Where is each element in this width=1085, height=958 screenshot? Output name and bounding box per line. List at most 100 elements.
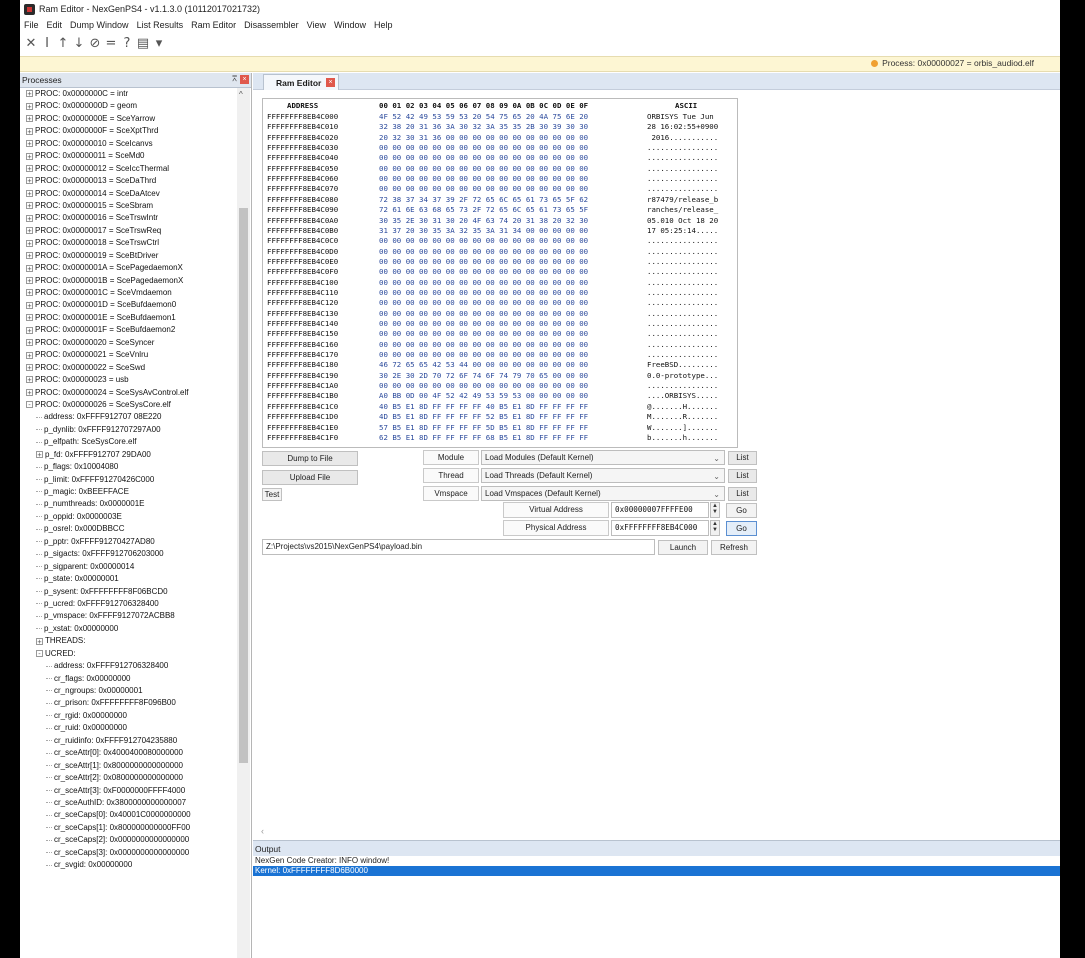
cross-icon[interactable]: ✕: [24, 35, 38, 51]
tree-item[interactable]: cr_sceCaps[1]: 0x800000000000FF00: [20, 822, 236, 834]
list-vmspaces-button[interactable]: List: [728, 487, 757, 501]
hex-row[interactable]: FFFFFFFF8EB4C120 00 00 00 00 00 00 00 00 …: [263, 298, 737, 308]
hex-row[interactable]: FFFFFFFF8EB4C190 30 2E 30 2D 70 72 6F 74 …: [263, 371, 737, 381]
close-icon[interactable]: ×: [240, 75, 249, 84]
hex-row[interactable]: FFFFFFFF8EB4C1C0 40 B5 E1 8D FF FF FF FF …: [263, 402, 737, 412]
hex-row[interactable]: FFFFFFFF8EB4C0F0 00 00 00 00 00 00 00 00 …: [263, 267, 737, 277]
tree-item[interactable]: p_osrel: 0x000DBBCC: [20, 523, 236, 535]
expand-icon[interactable]: +: [26, 351, 33, 359]
virtual-address-input[interactable]: 0x00000007FFFFE00: [611, 502, 709, 518]
list-threads-button[interactable]: List: [728, 469, 757, 483]
tree-item[interactable]: p_flags: 0x10004080: [20, 461, 236, 473]
tree-item[interactable]: + PROC: 0x00000021 = SceVnlru: [20, 349, 236, 361]
tree-item[interactable]: + PROC: 0x0000001F = SceBufdaemon2: [20, 324, 236, 336]
tree-item[interactable]: cr_rgid: 0x00000000: [20, 710, 236, 722]
hex-row[interactable]: FFFFFFFF8EB4C0C0 00 00 00 00 00 00 00 00 …: [263, 236, 737, 246]
tree-item[interactable]: + PROC: 0x00000011 = SceMd0: [20, 150, 236, 162]
hex-row[interactable]: FFFFFFFF8EB4C080 72 38 37 34 37 39 2F 72 …: [263, 195, 737, 205]
tree-item[interactable]: address: 0xFFFF912707 08E220: [20, 411, 236, 423]
tree-item[interactable]: - PROC: 0x00000026 = SceSysCore.elf: [20, 399, 236, 411]
hex-row[interactable]: FFFFFFFF8EB4C050 00 00 00 00 00 00 00 00 …: [263, 164, 737, 174]
no-entry-icon[interactable]: ⊘: [88, 35, 102, 51]
tree-item[interactable]: + p_fd: 0xFFFF912707 29DA00: [20, 449, 236, 461]
tree-item[interactable]: cr_flags: 0x00000000: [20, 673, 236, 685]
process-tree-scrollbar[interactable]: ^: [237, 88, 250, 958]
scrollbar-thumb[interactable]: [239, 208, 248, 763]
hex-row[interactable]: FFFFFFFF8EB4C110 00 00 00 00 00 00 00 00 …: [263, 288, 737, 298]
menu-list-results[interactable]: List Results: [133, 20, 188, 30]
tree-item[interactable]: + PROC: 0x00000022 = SceSwd: [20, 362, 236, 374]
hex-row[interactable]: FFFFFFFF8EB4C170 00 00 00 00 00 00 00 00 …: [263, 350, 737, 360]
tree-item[interactable]: p_numthreads: 0x0000001E: [20, 498, 236, 510]
tree-item[interactable]: cr_sceAuthID: 0x3800000000000007: [20, 797, 236, 809]
tree-item[interactable]: cr_prison: 0xFFFFFFFF8F096B00: [20, 697, 236, 709]
tree-item[interactable]: + PROC: 0x0000000E = SceYarrow: [20, 113, 236, 125]
tree-item[interactable]: + PROC: 0x0000000F = SceXptThrd: [20, 125, 236, 137]
tree-item[interactable]: + PROC: 0x00000018 = SceTrswCtrl: [20, 237, 236, 249]
menu-ram-editor[interactable]: Ram Editor: [187, 20, 240, 30]
menu-help[interactable]: Help: [370, 20, 397, 30]
tree-item[interactable]: cr_ruidinfo: 0xFFFF912704235880: [20, 735, 236, 747]
cursor-icon[interactable]: I: [40, 35, 54, 51]
expand-icon[interactable]: +: [26, 90, 33, 98]
expand-icon[interactable]: +: [26, 152, 33, 160]
tree-item[interactable]: - UCRED:: [20, 648, 236, 660]
expand-icon[interactable]: +: [26, 227, 33, 235]
tree-item[interactable]: + PROC: 0x00000020 = SceSyncer: [20, 337, 236, 349]
hex-row[interactable]: FFFFFFFF8EB4C070 00 00 00 00 00 00 00 00 …: [263, 184, 737, 194]
expand-icon[interactable]: +: [26, 252, 33, 260]
launch-button[interactable]: Launch: [658, 540, 708, 555]
module-select[interactable]: Load Modules (Default Kernel) ⌄: [481, 450, 725, 465]
tree-item[interactable]: + PROC: 0x00000015 = SceSbram: [20, 200, 236, 212]
hex-view[interactable]: ADDRESS 00 01 02 03 04 05 06 07 08 09 0A…: [262, 98, 738, 448]
hex-row[interactable]: FFFFFFFF8EB4C1F0 62 B5 E1 8D FF FF FF FF …: [263, 433, 737, 443]
hex-row[interactable]: FFFFFFFF8EB4C0D0 00 00 00 00 00 00 00 00 …: [263, 247, 737, 257]
tree-item[interactable]: p_xstat: 0x00000000: [20, 623, 236, 635]
tree-item[interactable]: + THREADS:: [20, 635, 236, 647]
hex-row[interactable]: FFFFFFFF8EB4C0A0 30 35 2E 30 31 30 20 4F …: [263, 216, 737, 226]
hex-row[interactable]: FFFFFFFF8EB4C0E0 00 00 00 00 00 00 00 00 …: [263, 257, 737, 267]
expand-icon[interactable]: +: [36, 637, 43, 645]
expand-icon[interactable]: +: [26, 364, 33, 372]
tree-item[interactable]: p_limit: 0xFFFF91270426C000: [20, 474, 236, 486]
tree-item[interactable]: + PROC: 0x0000001B = ScePagedaemonX: [20, 275, 236, 287]
tree-item[interactable]: p_sigacts: 0xFFFF912706203000: [20, 548, 236, 560]
expand-icon[interactable]: +: [26, 177, 33, 185]
hex-row[interactable]: FFFFFFFF8EB4C090 72 61 6E 63 68 65 73 2F …: [263, 205, 737, 215]
payload-path-input[interactable]: Z:\Projects\vs2015\NexGenPS4\payload.bin: [262, 539, 655, 555]
expand-icon[interactable]: +: [26, 202, 33, 210]
go-virtual-button[interactable]: Go: [726, 503, 757, 518]
equals-icon[interactable]: =: [104, 35, 118, 51]
menu-dump-window[interactable]: Dump Window: [66, 20, 133, 30]
tree-item[interactable]: + PROC: 0x00000010 = SceIcanvs: [20, 138, 236, 150]
go-physical-button[interactable]: Go: [726, 521, 757, 536]
expand-icon[interactable]: +: [26, 214, 33, 222]
tree-item[interactable]: p_sigparent: 0x00000014: [20, 561, 236, 573]
tree-item[interactable]: p_oppid: 0x0000003E: [20, 511, 236, 523]
tree-item[interactable]: + PROC: 0x00000019 = SceBtDriver: [20, 250, 236, 262]
virtual-address-stepper[interactable]: ▲ ▼: [710, 502, 720, 518]
tree-item[interactable]: + PROC: 0x0000001A = ScePagedaemonX: [20, 262, 236, 274]
hex-row[interactable]: FFFFFFFF8EB4C0B0 31 37 20 30 35 3A 32 35 …: [263, 226, 737, 236]
tree-item[interactable]: cr_sceCaps[0]: 0x40001C0000000000: [20, 809, 236, 821]
hex-row[interactable]: FFFFFFFF8EB4C000 4F 52 42 49 53 59 53 20 …: [263, 112, 737, 122]
hex-row[interactable]: FFFFFFFF8EB4C1E0 57 B5 E1 8D FF FF FF FF …: [263, 423, 737, 433]
hex-row[interactable]: FFFFFFFF8EB4C020 20 32 30 31 36 00 00 00 …: [263, 133, 737, 143]
dump-to-file-button[interactable]: Dump to File: [262, 451, 358, 466]
tree-item[interactable]: + PROC: 0x0000001E = SceBufdaemon1: [20, 312, 236, 324]
expand-icon[interactable]: +: [26, 239, 33, 247]
tree-item[interactable]: p_dynlib: 0xFFFF912707297A00: [20, 424, 236, 436]
tree-item[interactable]: p_magic: 0xBEEFFACE: [20, 486, 236, 498]
hex-row[interactable]: FFFFFFFF8EB4C1D0 4D B5 E1 8D FF FF FF FF …: [263, 412, 737, 422]
menu-edit[interactable]: Edit: [43, 20, 67, 30]
tree-item[interactable]: + PROC: 0x00000017 = SceTrswReq: [20, 225, 236, 237]
hex-row[interactable]: FFFFFFFF8EB4C150 00 00 00 00 00 00 00 00 …: [263, 329, 737, 339]
hex-row[interactable]: FFFFFFFF8EB4C130 00 00 00 00 00 00 00 00 …: [263, 309, 737, 319]
expand-icon[interactable]: +: [26, 189, 33, 197]
tree-item[interactable]: cr_svgid: 0x00000000: [20, 859, 236, 871]
tree-item[interactable]: + PROC: 0x0000000C = intr: [20, 88, 236, 100]
expand-icon[interactable]: +: [26, 140, 33, 148]
hex-row[interactable]: FFFFFFFF8EB4C1A0 00 00 00 00 00 00 00 00 …: [263, 381, 737, 391]
collapse-icon[interactable]: -: [26, 401, 33, 409]
arrow-down-icon[interactable]: ↓: [72, 35, 86, 51]
